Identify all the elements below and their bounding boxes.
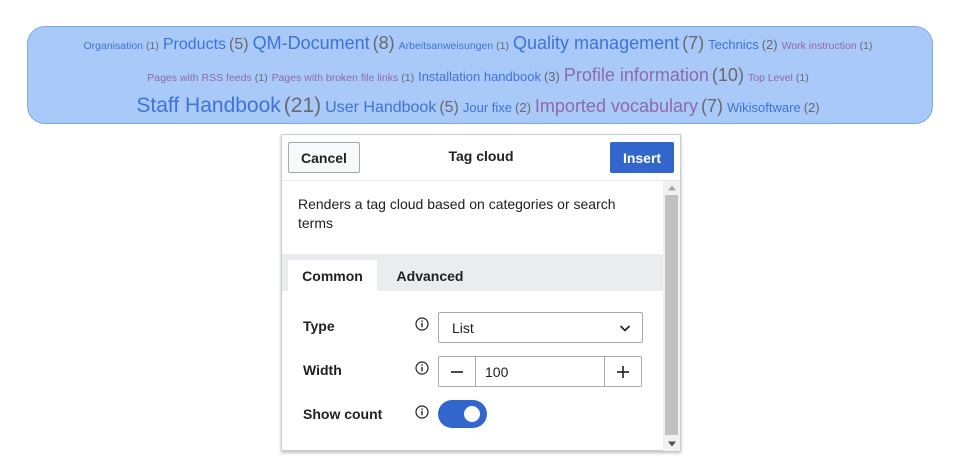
tag-item: Pages with broken file links (1) <box>272 72 419 84</box>
tag-item: Profile information (10) <box>564 65 748 85</box>
tag-item: Wikisoftware (2) <box>727 100 824 115</box>
tag-item: Imported vocabulary (7) <box>535 96 727 116</box>
increment-button[interactable] <box>604 357 641 386</box>
dialog-description: Renders a tag cloud based on categories … <box>298 196 616 231</box>
tag-item: Quality management (7) <box>513 33 708 53</box>
tag-count: (2) <box>515 100 531 115</box>
tab-common[interactable]: Common <box>288 260 377 291</box>
info-icon[interactable] <box>415 317 429 331</box>
tab-advanced[interactable]: Advanced <box>385 260 475 291</box>
tag-cloud-row-2: Pages with RSS feeds (1) Pages with broken… <box>28 65 932 86</box>
dialog-title: Tag cloud <box>448 148 514 164</box>
tag-count: (2) <box>761 37 778 52</box>
tag-cloud-row-1: Organisation (1) Products (5) QM-Document (8)… <box>28 33 932 54</box>
info-icon[interactable] <box>415 405 429 419</box>
type-label: Type <box>303 318 335 334</box>
tag-item: Pages with RSS feeds (1) <box>147 72 271 84</box>
tag-cloud-dialog: Cancel Tag cloud Insert Renders a tag cl… <box>281 134 681 451</box>
tag-item: Technics (2) <box>708 37 781 52</box>
cancel-button[interactable]: Cancel <box>288 142 360 173</box>
tag-count: (10) <box>711 65 744 85</box>
dialog-scrollbar[interactable] <box>663 181 680 451</box>
width-input[interactable] <box>476 357 604 386</box>
tag-count: (7) <box>682 33 705 53</box>
tag-item: Work instruction (1) <box>782 40 877 52</box>
tag-count: (1) <box>496 40 510 52</box>
tag-count: (1) <box>146 40 159 52</box>
tag-count: (1) <box>795 72 809 84</box>
toggle-knob <box>464 406 480 422</box>
tag-item: Organisation (1) <box>83 40 162 52</box>
tag-count: (1) <box>254 72 268 84</box>
tag-count: (2) <box>803 100 820 115</box>
insert-button[interactable]: Insert <box>610 142 674 173</box>
tag-link[interactable]: Products <box>163 36 226 53</box>
chevron-down-icon <box>619 325 631 332</box>
tag-link[interactable]: Quality management <box>513 33 679 53</box>
scroll-down-arrow-icon <box>667 441 676 447</box>
tag-count: (7) <box>701 96 724 116</box>
tab-bar: Common Advanced <box>282 254 663 291</box>
scroll-up-arrow-icon <box>667 185 676 191</box>
tag-link[interactable]: Pages with RSS feeds <box>147 72 251 84</box>
tag-link[interactable]: Jour fixe <box>463 100 512 115</box>
tag-link[interactable]: Organisation <box>83 40 143 52</box>
tag-count: (5) <box>229 36 249 53</box>
tag-item: QM-Document (8) <box>253 33 399 53</box>
width-label: Width <box>303 362 342 378</box>
tag-link[interactable]: User Handbook <box>325 99 436 116</box>
tag-item: Jour fixe (2) <box>463 100 535 115</box>
show-count-label: Show count <box>303 406 383 422</box>
tag-item: Top Level (1) <box>748 72 813 84</box>
type-select[interactable]: List <box>438 312 643 343</box>
tag-item: User Handbook (5) <box>325 99 463 116</box>
tag-link[interactable]: Wikisoftware <box>727 100 801 115</box>
dialog-header: Cancel Tag cloud Insert <box>282 135 680 181</box>
tag-link[interactable]: Work instruction <box>782 40 857 52</box>
tag-link[interactable]: Pages with broken file links <box>272 72 399 84</box>
tag-link[interactable]: Top Level <box>748 72 793 84</box>
tag-count: (3) <box>543 69 560 84</box>
tag-link[interactable]: Installation handbook <box>418 69 541 84</box>
info-icon[interactable] <box>415 361 429 375</box>
tag-item: Installation handbook (3) <box>418 69 564 84</box>
tag-link[interactable]: Arbeitsanweisungen <box>399 40 494 52</box>
tag-count: (21) <box>283 94 322 117</box>
scroll-down-button[interactable] <box>663 437 680 451</box>
tag-link[interactable]: Staff Handbook <box>136 94 280 117</box>
show-count-toggle[interactable] <box>438 400 487 428</box>
type-select-value: List <box>452 320 474 336</box>
tag-cloud-row-3: Staff Handbook (21) User Handbook (5) Jour f… <box>28 94 932 118</box>
tag-link[interactable]: Imported vocabulary <box>535 96 698 116</box>
tag-count: (1) <box>401 72 415 84</box>
tag-item: Arbeitsanweisungen (1) <box>399 40 513 52</box>
tag-link[interactable]: Profile information <box>564 65 709 85</box>
scroll-up-button[interactable] <box>663 181 680 195</box>
tag-item: Staff Handbook (21) <box>136 94 325 117</box>
minus-icon <box>451 370 463 373</box>
tag-link[interactable]: Technics <box>708 37 759 52</box>
tag-cloud: Organisation (1) Products (5) QM-Document (8)… <box>27 26 933 124</box>
decrement-button[interactable] <box>439 357 476 386</box>
tag-count: (5) <box>439 99 459 116</box>
tag-item: Products (5) <box>163 36 253 53</box>
dialog-body: Renders a tag cloud based on categories … <box>282 181 663 451</box>
width-stepper <box>438 356 642 387</box>
tag-count: (8) <box>372 33 395 53</box>
plus-icon <box>617 365 629 378</box>
tag-count: (1) <box>859 40 873 52</box>
tag-link[interactable]: QM-Document <box>253 33 370 53</box>
scroll-thumb[interactable] <box>665 195 678 435</box>
